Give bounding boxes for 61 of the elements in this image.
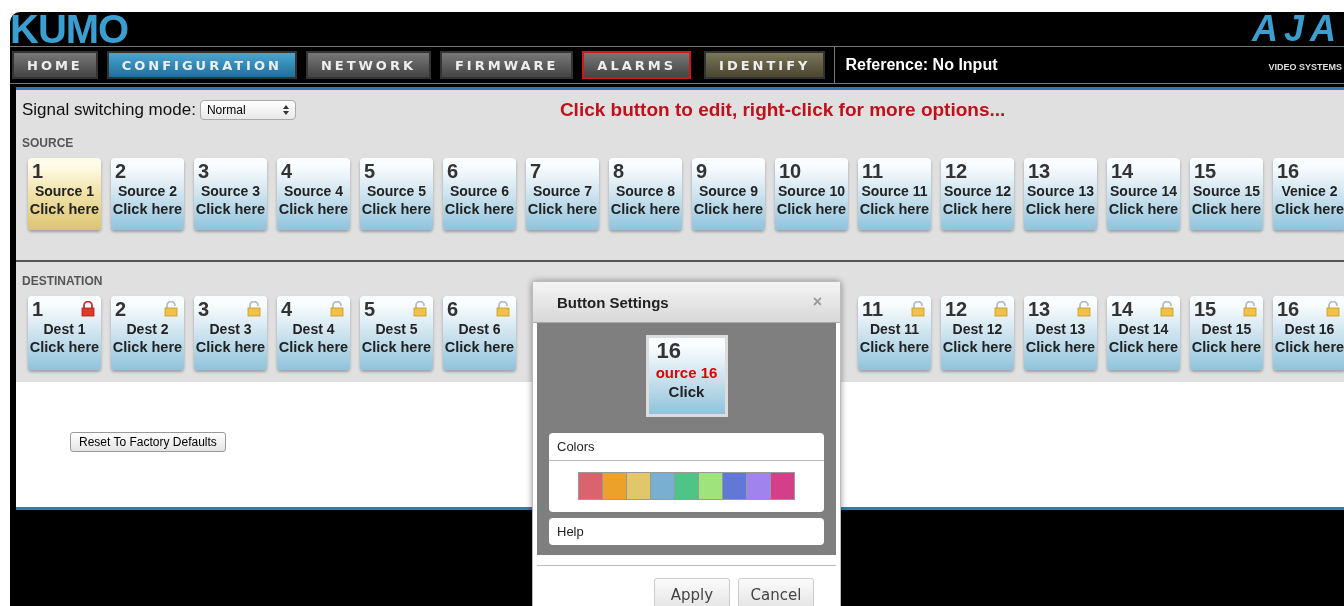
destination-button[interactable]: 15 Dest 15 Click here <box>1190 296 1263 370</box>
lock-icon[interactable] <box>81 301 95 317</box>
nav-tab[interactable]: NETWORK <box>305 51 431 79</box>
color-swatch[interactable] <box>699 473 723 499</box>
aja-logo: AJA <box>1251 12 1342 46</box>
source-button[interactable]: 7 Source 7 Click here <box>526 158 599 230</box>
nav-tab[interactable]: HOME <box>12 51 98 79</box>
nav-tab[interactable]: ALARMS <box>582 51 692 79</box>
color-swatch[interactable] <box>771 473 794 499</box>
destination-button[interactable]: 5 Dest 5 Click here <box>360 296 433 370</box>
destination-button[interactable]: 13 Dest 13 Click here <box>1024 296 1097 370</box>
preview-name: ource 16 <box>655 364 718 382</box>
mode-label: Signal switching mode: <box>22 100 196 120</box>
color-swatch[interactable] <box>603 473 627 499</box>
panel-title[interactable]: Help <box>549 518 824 545</box>
preview-number: 16 <box>655 338 681 364</box>
source-button[interactable]: 9 Source 9 Click here <box>692 158 765 230</box>
brand-subtitle: VIDEO SYSTEMS <box>1268 62 1342 72</box>
nav-tab[interactable]: IDENTIFY <box>704 51 826 79</box>
source-button[interactable]: 13 Source 13 Click here <box>1024 158 1097 230</box>
section-title: SOURCE <box>22 136 75 150</box>
hint-text: Click button to edit, right-click for more options... <box>559 99 1006 121</box>
dialog-title: Button Settings <box>557 293 669 311</box>
color-swatch[interactable] <box>579 473 603 499</box>
dialog-button[interactable]: Cancel <box>738 578 814 606</box>
destination-button[interactable]: 1 Dest 1 Click here <box>28 296 101 370</box>
nav-tab[interactable]: FIRMWARE <box>440 51 574 79</box>
source-button[interactable]: 6 Source 6 Click here <box>443 158 516 230</box>
destination-button[interactable]: 3 Dest 3 Click here <box>194 296 267 370</box>
source-button[interactable]: 1 Source 1 Click here <box>28 158 101 230</box>
destination-button[interactable]: 12 Dest 12 Click here <box>941 296 1014 370</box>
source-button[interactable]: 10 Source 10 Click here <box>775 158 848 230</box>
source-button[interactable]: 8 Source 8 Click here <box>609 158 682 230</box>
color-swatch[interactable] <box>747 473 771 499</box>
source-button[interactable]: 3 Source 3 Click here <box>194 158 267 230</box>
source-button[interactable]: 4 Source 4 Click here <box>277 158 350 230</box>
updown-arrows-icon <box>282 105 289 115</box>
destination-button[interactable]: 11 Dest 11 Click here <box>858 296 931 370</box>
color-swatch[interactable] <box>675 473 699 499</box>
source-button[interactable]: 12 Source 12 Click here <box>941 158 1014 230</box>
color-swatch[interactable] <box>627 473 651 499</box>
destination-button[interactable]: 2 Dest 2 Click here <box>111 296 184 370</box>
destination-button[interactable]: 4 Dest 4 Click here <box>277 296 350 370</box>
color-swatch[interactable] <box>723 473 747 499</box>
reference-status: Reference: No Input <box>834 47 998 83</box>
dialog-button[interactable]: Apply <box>654 578 730 606</box>
source-button[interactable]: 5 Source 5 Click here <box>360 158 433 230</box>
source-button[interactable]: 11 Source 11 Click here <box>858 158 931 230</box>
preview-action: Click <box>668 382 705 402</box>
destination-button[interactable]: 16 Dest 16 Click here <box>1273 296 1344 370</box>
destination-button[interactable]: 6 Dest 6 Click here <box>443 296 516 370</box>
mode-select[interactable]: Normal <box>199 100 296 120</box>
source-button[interactable]: 15 Source 15 Click here <box>1190 158 1263 230</box>
kumo-logo: KUMO <box>10 12 129 46</box>
source-button[interactable]: 14 Source 14 Click here <box>1107 158 1180 230</box>
reset-button[interactable]: Reset To Factory Defaults <box>70 432 226 452</box>
color-swatch[interactable] <box>651 473 675 499</box>
destination-button[interactable]: 14 Dest 14 Click here <box>1107 296 1180 370</box>
source-button[interactable]: 2 Source 2 Click here <box>111 158 184 230</box>
section-title: DESTINATION <box>22 274 104 288</box>
source-button[interactable]: 16 Venice 2 Click here <box>1273 158 1344 230</box>
